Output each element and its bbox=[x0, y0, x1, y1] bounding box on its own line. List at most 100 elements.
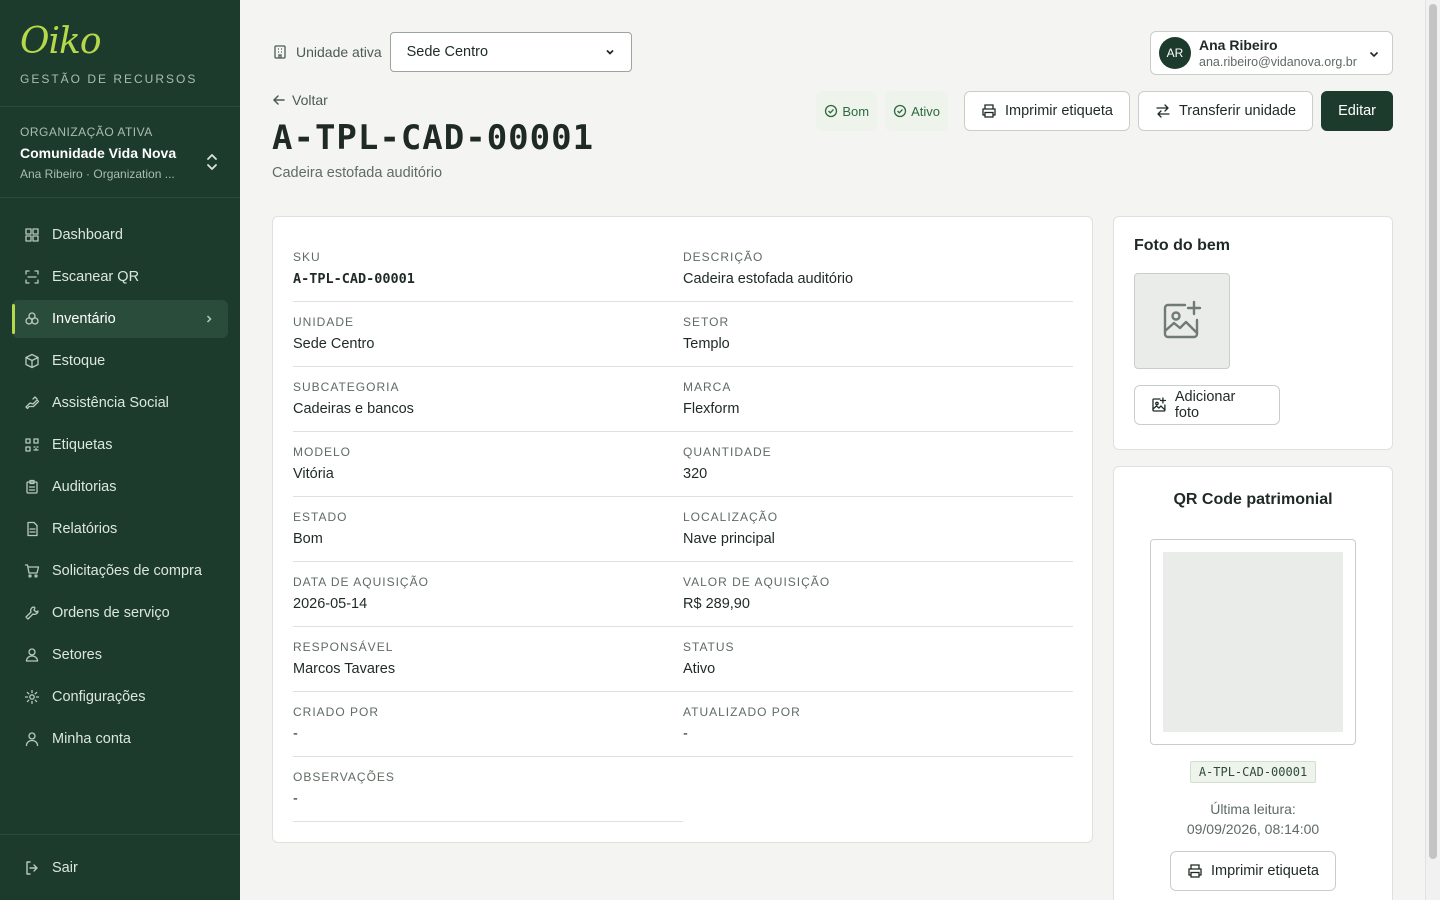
unit-select[interactable]: Sede Centro bbox=[389, 32, 632, 72]
sidebar-item-label: Ordens de serviço bbox=[52, 605, 170, 621]
chevron-up-down-icon[interactable] bbox=[204, 151, 220, 173]
transfer-unit-button-label: Transferir unidade bbox=[1178, 103, 1297, 119]
asset-details-card: SKU A-TPL-CAD-00001 DESCRIÇÃO Cadeira estof… bbox=[272, 216, 1093, 843]
user-icon bbox=[25, 732, 39, 747]
page-subtitle: Cadeira estofada auditório bbox=[272, 165, 443, 181]
main-content: Unidade ativa Sede Centro AR Ana Ribeiro… bbox=[240, 0, 1425, 900]
field-13: STATUS Ativo bbox=[683, 627, 1073, 692]
edit-button-label: Editar bbox=[1338, 103, 1376, 119]
field-2: UNIDADE Sede Centro bbox=[293, 302, 683, 367]
status-badge: Ativo bbox=[885, 91, 948, 131]
field-15: ATUALIZADO POR - bbox=[683, 692, 1073, 757]
field-value: Nave principal bbox=[683, 531, 775, 547]
field-label: CRIADO POR bbox=[293, 705, 380, 719]
sidebar-item-8[interactable]: Solicitações de compra bbox=[12, 552, 228, 590]
logout-button[interactable]: Sair bbox=[0, 834, 240, 900]
avatar: AR bbox=[1159, 37, 1191, 69]
sidebar-item-5[interactable]: Etiquetas bbox=[12, 426, 228, 464]
last-read-label: Última leitura: bbox=[1210, 801, 1296, 817]
building-icon bbox=[274, 45, 286, 59]
field-label: MODELO bbox=[293, 445, 352, 459]
sidebar-item-6[interactable]: Auditorias bbox=[12, 468, 228, 506]
image-add-icon bbox=[1163, 300, 1202, 339]
print-label-button[interactable]: Imprimir etiqueta bbox=[963, 91, 1130, 131]
field-label: ATUALIZADO POR bbox=[683, 705, 801, 719]
field-16: OBSERVAÇÕES - bbox=[293, 757, 683, 822]
sidebar-item-1[interactable]: Escanear QR bbox=[12, 258, 228, 296]
field-value: - bbox=[683, 726, 688, 742]
field-value: - bbox=[293, 726, 298, 742]
box-icon bbox=[25, 353, 39, 369]
field-label: VALOR DE AQUISIÇÃO bbox=[683, 575, 831, 589]
field-8: ESTADO Bom bbox=[293, 497, 683, 562]
sidebar-item-10[interactable]: Setores bbox=[12, 636, 228, 674]
field-value: R$ 289,90 bbox=[683, 596, 750, 612]
field-0: SKU A-TPL-CAD-00001 bbox=[293, 237, 683, 302]
unit-label: Unidade ativa bbox=[272, 44, 382, 60]
image-add-icon bbox=[1152, 397, 1167, 412]
sidebar-item-3[interactable]: Estoque bbox=[12, 342, 228, 380]
scan-icon bbox=[25, 270, 39, 284]
field-value: Marcos Tavares bbox=[293, 661, 396, 677]
qr-card: QR Code patrimonial A-TPL-CAD-00001 Últi… bbox=[1113, 466, 1393, 900]
status-badge-label: Ativo bbox=[911, 103, 940, 119]
scrollbar-thumb[interactable] bbox=[1429, 4, 1437, 859]
sidebar-item-7[interactable]: Relatórios bbox=[12, 510, 228, 548]
field-value: Ativo bbox=[683, 661, 716, 677]
field-1: DESCRIÇÃO Cadeira estofada auditório bbox=[683, 237, 1073, 302]
chevron-right-icon bbox=[206, 315, 212, 323]
check-circle-icon bbox=[825, 104, 838, 118]
clipboard-icon bbox=[26, 479, 38, 494]
sidebar-item-label: Estoque bbox=[52, 353, 106, 369]
sidebar-item-4[interactable]: Assistência Social bbox=[12, 384, 228, 422]
logout-label: Sair bbox=[52, 859, 78, 876]
field-label: DATA DE AQUISIÇÃO bbox=[293, 575, 429, 589]
user-name: Ana Ribeiro bbox=[1199, 37, 1278, 53]
field-10: DATA DE AQUISIÇÃO 2026-05-14 bbox=[293, 562, 683, 627]
add-photo-button[interactable]: Adicionar foto bbox=[1134, 385, 1280, 425]
sidebar-item-9[interactable]: Ordens de serviço bbox=[12, 594, 228, 632]
condition-badge-label: Bom bbox=[842, 103, 870, 119]
field-label: QUANTIDADE bbox=[683, 445, 772, 459]
back-label: Voltar bbox=[292, 92, 328, 108]
field-value: - bbox=[293, 791, 298, 807]
logout-icon bbox=[26, 860, 38, 875]
edit-button[interactable]: Editar bbox=[1321, 91, 1393, 131]
transfer-unit-button[interactable]: Transferir unidade bbox=[1137, 91, 1314, 131]
back-link[interactable]: Voltar bbox=[272, 92, 328, 108]
field-label: STATUS bbox=[683, 640, 735, 654]
unit-label-text: Unidade ativa bbox=[296, 44, 382, 60]
qr-icon bbox=[25, 438, 39, 452]
sidebar-item-0[interactable]: Dashboard bbox=[12, 216, 228, 254]
sidebar: Oiko GESTÃO DE RECURSOS ORGANIZAÇÃO ATIV… bbox=[0, 0, 240, 900]
arrow-left-icon bbox=[272, 95, 285, 105]
field-value: 320 bbox=[683, 466, 708, 482]
sidebar-item-label: Inventário bbox=[52, 311, 116, 327]
sidebar-item-11[interactable]: Configurações bbox=[12, 678, 228, 716]
sidebar-item-label: Auditorias bbox=[52, 479, 117, 495]
condition-badge: Bom bbox=[816, 91, 878, 131]
field-label: MARCA bbox=[683, 380, 732, 394]
user-menu[interactable]: AR Ana Ribeiro ana.ribeiro@vidanova.org.… bbox=[1150, 31, 1393, 75]
unit-select-value: Sede Centro bbox=[406, 44, 489, 60]
inventory-icon bbox=[25, 312, 39, 325]
field-value: Cadeiras e bancos bbox=[293, 401, 414, 417]
last-read-value: 09/09/2026, 08:14:00 bbox=[1186, 821, 1320, 837]
sidebar-item-2[interactable]: Inventário bbox=[12, 300, 228, 338]
sidebar-item-label: Minha conta bbox=[52, 731, 131, 747]
scrollbar[interactable] bbox=[1425, 0, 1440, 900]
sectors-icon bbox=[25, 648, 39, 662]
last-read: Última leitura: 09/09/2026, 08:14:00 bbox=[1134, 799, 1372, 839]
org-switcher[interactable]: ORGANIZAÇÃO ATIVA Comunidade Vida Nova A… bbox=[0, 107, 240, 198]
field-value: Bom bbox=[293, 531, 323, 547]
qr-code-frame bbox=[1150, 539, 1356, 745]
chevron-down-icon bbox=[605, 49, 614, 55]
sidebar-item-12[interactable]: Minha conta bbox=[12, 720, 228, 758]
field-label: SKU bbox=[293, 250, 321, 264]
qr-print-label-button[interactable]: Imprimir etiqueta bbox=[1170, 851, 1336, 891]
sidebar-item-label: Solicitações de compra bbox=[52, 563, 202, 579]
user-email: ana.ribeiro@vidanova.org.br bbox=[1199, 55, 1357, 69]
chevron-down-icon bbox=[1369, 51, 1379, 58]
user-info: Ana Ribeiro ana.ribeiro@vidanova.org.br bbox=[1199, 37, 1357, 69]
qr-print-label-button-label: Imprimir etiqueta bbox=[1211, 863, 1319, 879]
